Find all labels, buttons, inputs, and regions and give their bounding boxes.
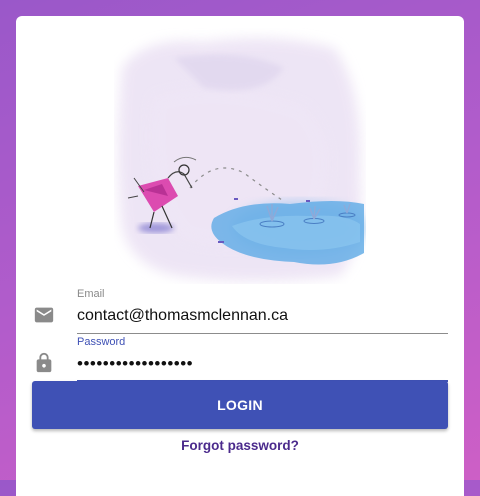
email-label: Email <box>77 288 105 300</box>
forgot-password-link[interactable]: Forgot password? <box>16 438 464 453</box>
email-input[interactable] <box>77 304 437 328</box>
password-field-group: Password <box>16 334 464 382</box>
email-field-group: Email <box>16 286 464 334</box>
login-button[interactable]: LOGIN <box>32 381 448 429</box>
envelope-icon <box>34 307 54 323</box>
password-label: Password <box>77 336 126 348</box>
lock-icon <box>36 352 52 373</box>
watercolor-illustration <box>118 38 366 282</box>
password-input[interactable] <box>77 352 437 376</box>
login-card: Email Password LOGIN Forgot password? <box>16 16 464 496</box>
